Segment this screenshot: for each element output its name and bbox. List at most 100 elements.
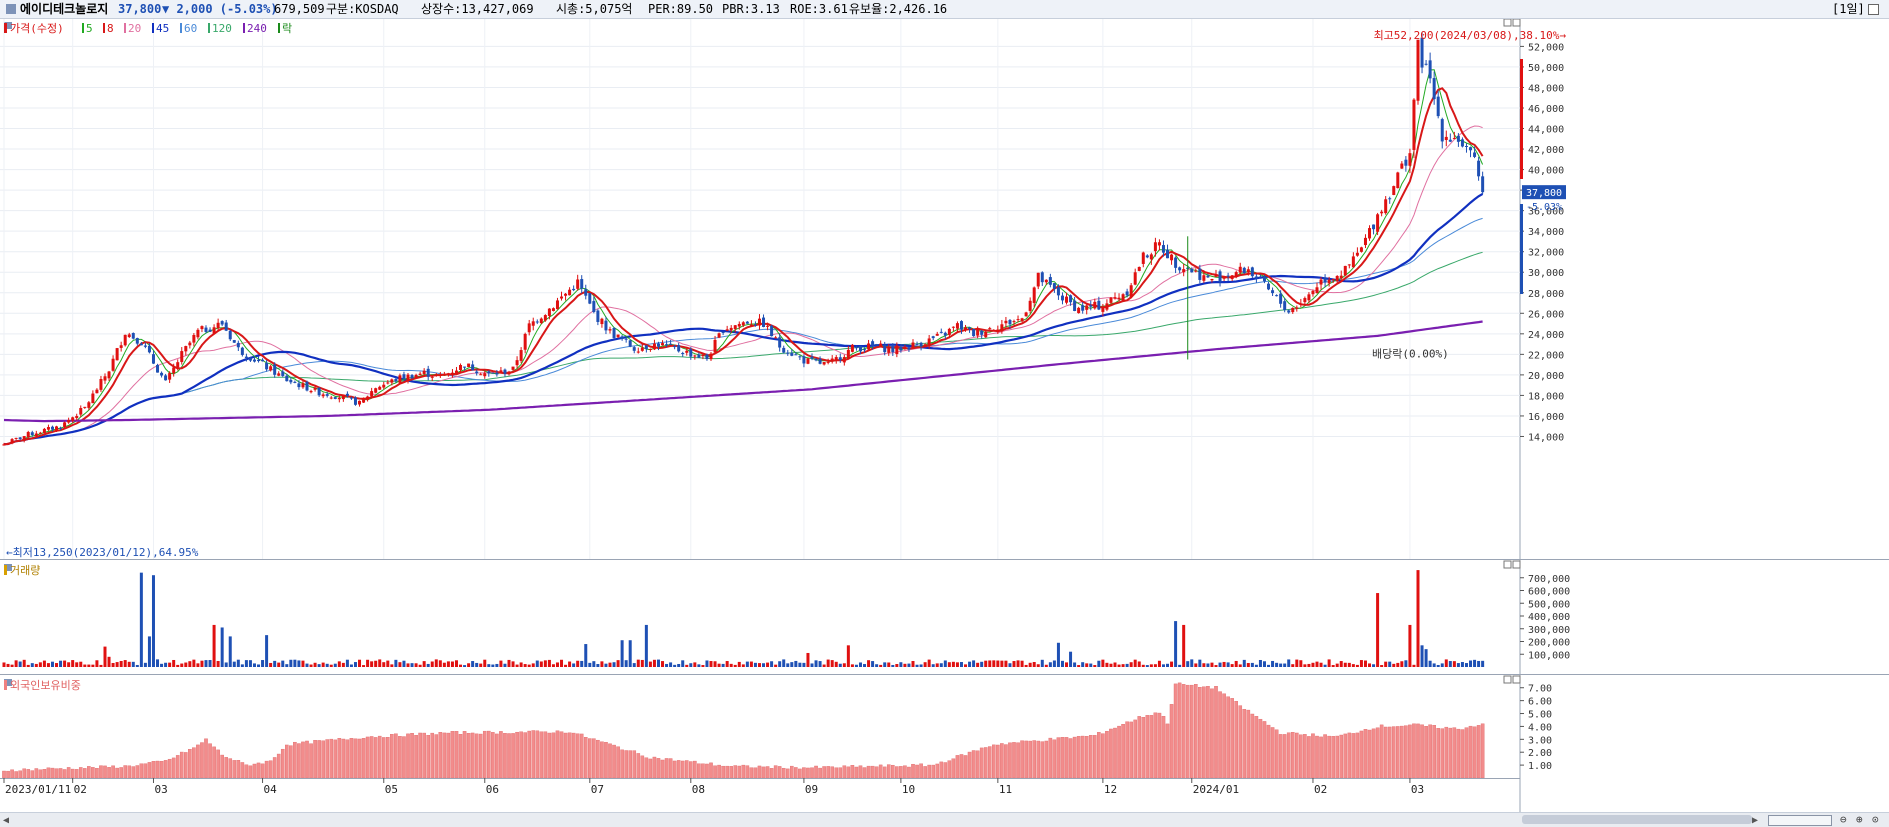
foreign-bar — [1008, 742, 1012, 779]
window-close-icon[interactable] — [1868, 4, 1879, 15]
volume-background — [0, 559, 1889, 674]
foreign-bar — [1028, 740, 1032, 779]
candle-body — [636, 351, 640, 353]
price-panel: 14,000 16,000 18,000 20,000 22,000 24,000 26,0… — [0, 18, 1889, 559]
foreign-bar — [1177, 682, 1182, 779]
foreign-bar — [721, 765, 725, 779]
candle-body — [1275, 295, 1279, 297]
price-background — [0, 19, 1889, 559]
volume-bar — [139, 572, 143, 667]
volume-bar — [216, 660, 220, 667]
foreign-title: 외국인보유비중 — [10, 679, 81, 692]
candle-body — [313, 387, 317, 390]
candle-body — [293, 381, 297, 383]
volume-bar — [515, 664, 519, 667]
volume-chart[interactable]: 거래량 100,000200,000 300,000 400,000 500,00060… — [0, 559, 1889, 674]
scroll-left-icon[interactable]: ◀ — [3, 815, 9, 826]
menu-icon[interactable] — [6, 4, 16, 14]
foreign-bar — [442, 732, 447, 779]
volume-bar — [277, 662, 281, 667]
volume-bar — [927, 659, 931, 667]
candle-body — [475, 371, 479, 374]
volume-bar — [1008, 663, 1012, 667]
foreign-bar — [474, 733, 479, 779]
foreign-bar — [911, 763, 915, 779]
foreign-bar — [717, 764, 721, 779]
foreign-bar — [458, 734, 463, 779]
candle-body — [273, 364, 277, 375]
volume-bar — [236, 659, 240, 667]
foreign-bar — [798, 768, 802, 779]
volume-bar — [1056, 642, 1060, 667]
volume-bar — [551, 664, 555, 667]
period-selector[interactable]: [1일] — [1832, 0, 1865, 18]
volume-bar — [1388, 661, 1392, 667]
foreign-bar — [915, 764, 919, 779]
candle-body — [349, 397, 353, 399]
foreign-bar — [1012, 742, 1016, 779]
foreign-ownership-chart[interactable]: 외국인보유비중 1.00 2.00 3.00 4.005.00 6.00 7.00 2023/… — [0, 674, 1889, 812]
candle-body — [632, 347, 636, 351]
price-chart[interactable]: 14,000 16,000 18,000 20,000 22,000 24,000 26,0… — [0, 18, 1889, 559]
foreign-bar — [1121, 724, 1125, 779]
volume-bar — [1048, 662, 1052, 667]
volume-bar — [289, 659, 293, 667]
volume-bar — [499, 660, 503, 667]
volume-bar — [1473, 659, 1477, 667]
foreign-bar — [1323, 734, 1327, 779]
volume-bar — [535, 660, 539, 667]
per-value: PER:89.50 — [648, 2, 714, 16]
scroll-thumb[interactable] — [1522, 815, 1752, 824]
zoom-reset-icon[interactable]: ⊙ — [1872, 813, 1879, 826]
foreign-bar — [1149, 715, 1154, 779]
legend-swatch — [243, 23, 245, 33]
candle-body — [935, 333, 939, 336]
candle-body — [1170, 254, 1174, 261]
volume-bar — [1392, 663, 1396, 667]
horizontal-scrollbar[interactable]: ◀ ▶ ⊖ ⊕ ⊙ — [0, 812, 1889, 827]
foreign-bar — [280, 748, 285, 779]
zoom-in-icon[interactable]: ⊕ — [1856, 813, 1863, 826]
scroll-right-icon[interactable]: ▶ — [1752, 815, 1758, 826]
candle-body — [871, 341, 875, 346]
volume-bar — [192, 659, 196, 667]
volume-bar — [273, 660, 277, 667]
foreign-bar — [1311, 733, 1315, 779]
volume-bar — [1303, 664, 1307, 667]
volume-bar — [1323, 664, 1327, 667]
stock-info-bar: 에이디테크놀로지 37,800 ▼ 2,000 (-5.03%) 679,509… — [0, 0, 1889, 19]
foreign-bar — [1468, 725, 1473, 779]
volume-bar — [1416, 570, 1420, 667]
foreign-bar — [1222, 693, 1226, 779]
volume-bar — [325, 663, 329, 667]
foreign-bar — [337, 738, 342, 779]
foreign-bar — [628, 750, 632, 779]
candle-body — [103, 376, 107, 381]
foreign-bar — [450, 731, 455, 779]
volume-bar — [426, 663, 430, 667]
market-cap: 시총:5,075억 — [556, 2, 633, 16]
foreign-bar — [693, 760, 697, 779]
foreign-bar — [1307, 736, 1311, 779]
volume-bar — [151, 575, 155, 667]
candle-body — [257, 359, 261, 362]
foreign-bar — [842, 765, 847, 779]
volume-value: 679,509 — [274, 2, 325, 16]
candle-body — [551, 308, 555, 311]
candle-body — [879, 343, 883, 347]
candle-body — [1408, 153, 1412, 166]
candle-body — [362, 398, 366, 403]
foreign-bar — [1448, 727, 1453, 779]
candle-body — [786, 352, 790, 354]
zoom-out-icon[interactable]: ⊖ — [1840, 813, 1847, 826]
candle-body — [414, 374, 418, 378]
zoom-slider[interactable] — [1768, 815, 1832, 826]
foreign-bar — [996, 744, 1000, 779]
volume-bar — [99, 664, 103, 667]
candle-body — [1093, 301, 1097, 309]
foreign-bar — [272, 757, 277, 779]
volume-bar — [406, 663, 410, 667]
foreign-bar — [923, 766, 927, 779]
candle-body — [1279, 293, 1283, 304]
foreign-tick-label: 1.00 — [1528, 761, 1552, 772]
